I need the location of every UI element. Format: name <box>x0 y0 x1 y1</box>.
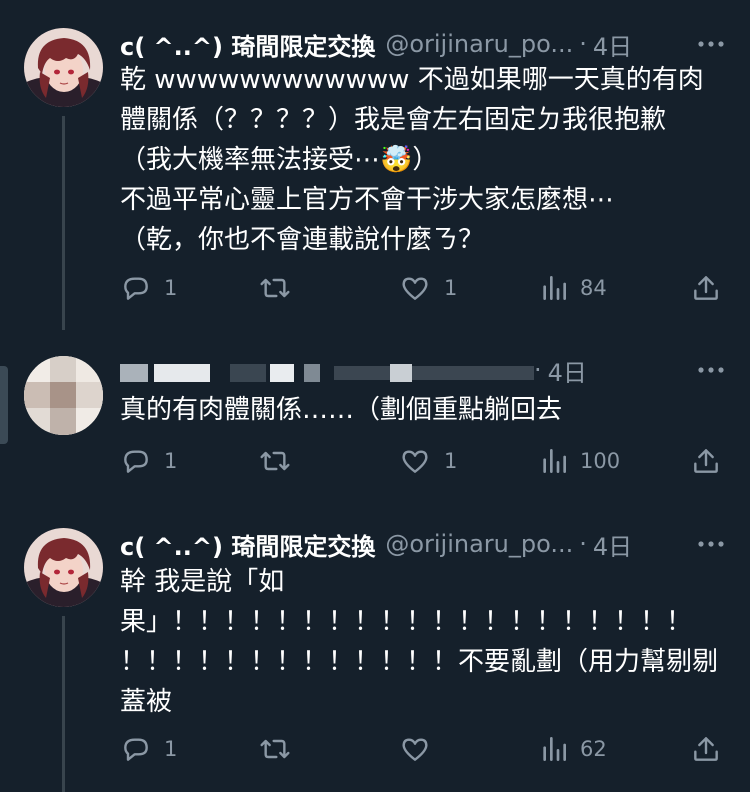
tweet-line: 體關係（？？？？）我是會左右固定ㄉ我很抱歉 <box>120 105 667 135</box>
retweet-button[interactable] <box>257 268 305 308</box>
tweet-text: 乾 wwwwwwwwwwww 不過如果哪一天真的有肉 體關係（？？？？）我是會左… <box>120 60 720 260</box>
display-name[interactable]: c( ^..^) 琦間限定交換 <box>120 27 375 62</box>
reply-icon <box>124 738 148 761</box>
tweet-text: 真的有肉體關係……（劃個重點躺回去 <box>120 390 720 430</box>
tweet-line: 蓋被 <box>120 687 173 717</box>
action-bar: 1 62 <box>120 729 722 769</box>
thread-line <box>62 616 65 792</box>
blurred-name <box>120 352 534 388</box>
tweet-line: ！！！！！！！！！！！！！不要亂劃（用力幫剔剔 <box>120 647 719 677</box>
blurred-avatar-image <box>24 356 103 435</box>
like-button[interactable] <box>398 729 444 769</box>
timestamp[interactable]: 4日 <box>593 527 632 562</box>
retweet-icon <box>260 278 290 298</box>
reply-button[interactable]: 1 <box>120 268 177 308</box>
share-icon <box>694 737 718 761</box>
tweet-line: 真的有肉體關係……（劃個重點躺回去 <box>120 395 563 425</box>
like-count: 1 <box>444 449 458 473</box>
avatar-image <box>24 528 103 607</box>
more-icon[interactable] <box>696 29 726 59</box>
tweet-line: 不過平常心靈上官方不會干涉大家怎麼想⋯ <box>120 185 615 215</box>
views-button[interactable]: 62 <box>540 729 607 769</box>
reply-icon <box>124 450 148 473</box>
retweet-icon <box>260 451 290 471</box>
like-button[interactable]: 1 <box>398 268 457 308</box>
tweet-header: c( ^..^) 琦間限定交換 @orijinaru_po... · 4日 <box>120 26 726 62</box>
share-button[interactable] <box>690 268 722 308</box>
views-button[interactable]: 100 <box>540 441 620 481</box>
views-icon <box>543 737 566 761</box>
tweet-line: （乾，你也不會連載說什麼ㄋ？ <box>120 225 485 255</box>
share-button[interactable] <box>690 729 722 769</box>
more-icon[interactable] <box>696 355 726 385</box>
reply-button[interactable]: 1 <box>120 441 177 481</box>
heart-icon <box>402 450 428 473</box>
tweet-line: 果」！！！！！！！！！！！！！！！！！！！！ <box>120 607 693 637</box>
reply-count: 1 <box>164 276 178 300</box>
separator: · <box>534 356 542 384</box>
tweet-3[interactable]: c( ^..^) 琦間限定交換 @orijinaru_po... · 4日 幹 … <box>0 500 750 792</box>
more-icon[interactable] <box>696 529 726 559</box>
share-icon <box>694 276 718 300</box>
separator: · <box>579 530 587 558</box>
reply-count: 1 <box>164 449 178 473</box>
reply-button[interactable]: 1 <box>120 729 177 769</box>
like-button[interactable]: 1 <box>398 441 457 481</box>
share-button[interactable] <box>690 441 722 481</box>
tweet-1[interactable]: c( ^..^) 琦間限定交換 @orijinaru_po... · 4日 乾 … <box>0 0 750 330</box>
avatar[interactable] <box>24 528 103 607</box>
views-count: 62 <box>580 737 607 761</box>
action-bar: 1 1 84 <box>120 268 722 308</box>
handle[interactable]: @orijinaru_po... <box>385 30 573 58</box>
views-icon <box>543 449 566 473</box>
views-count: 100 <box>580 449 621 473</box>
share-icon <box>694 449 718 473</box>
reply-count: 1 <box>164 737 178 761</box>
retweet-button[interactable] <box>257 441 305 481</box>
timestamp[interactable]: 4日 <box>593 27 632 62</box>
tweet-text: 幹 我是說「如 果」！！！！！！！！！！！！！！！！！！！！ ！！！！！！！！！… <box>120 562 720 722</box>
tweet-line: 乾 wwwwwwwwwwww 不過如果哪一天真的有肉 <box>120 65 704 95</box>
timestamp[interactable]: 4日 <box>548 353 587 388</box>
tweet-line: （我大機率無法接受⋯🤯） <box>120 145 439 175</box>
separator: · <box>579 30 587 58</box>
action-bar: 1 1 100 <box>120 441 722 481</box>
avatar[interactable] <box>24 28 103 107</box>
views-button[interactable]: 84 <box>540 268 607 308</box>
retweet-button[interactable] <box>257 729 305 769</box>
like-count: 1 <box>444 276 458 300</box>
heart-icon <box>402 277 428 300</box>
avatar-image <box>24 28 103 107</box>
reply-icon <box>124 277 148 300</box>
retweet-icon <box>260 739 290 759</box>
thread-line <box>62 116 65 330</box>
conversation-thread: c( ^..^) 琦間限定交換 @orijinaru_po... · 4日 乾 … <box>0 0 750 792</box>
avatar[interactable] <box>24 356 103 435</box>
handle[interactable]: @orijinaru_po... <box>385 530 573 558</box>
heart-icon <box>402 738 428 761</box>
tweet-2[interactable]: · 4日 真的有肉體關係……（劃個重點躺回去 1 1 100 <box>0 330 750 500</box>
views-count: 84 <box>580 276 607 300</box>
tweet-header: · 4日 <box>120 352 726 388</box>
tweet-header: c( ^..^) 琦間限定交換 @orijinaru_po... · 4日 <box>120 526 726 562</box>
views-icon <box>543 276 566 300</box>
tweet-line: 幹 我是說「如 <box>120 567 285 597</box>
display-name[interactable]: c( ^..^) 琦間限定交換 <box>120 527 375 562</box>
